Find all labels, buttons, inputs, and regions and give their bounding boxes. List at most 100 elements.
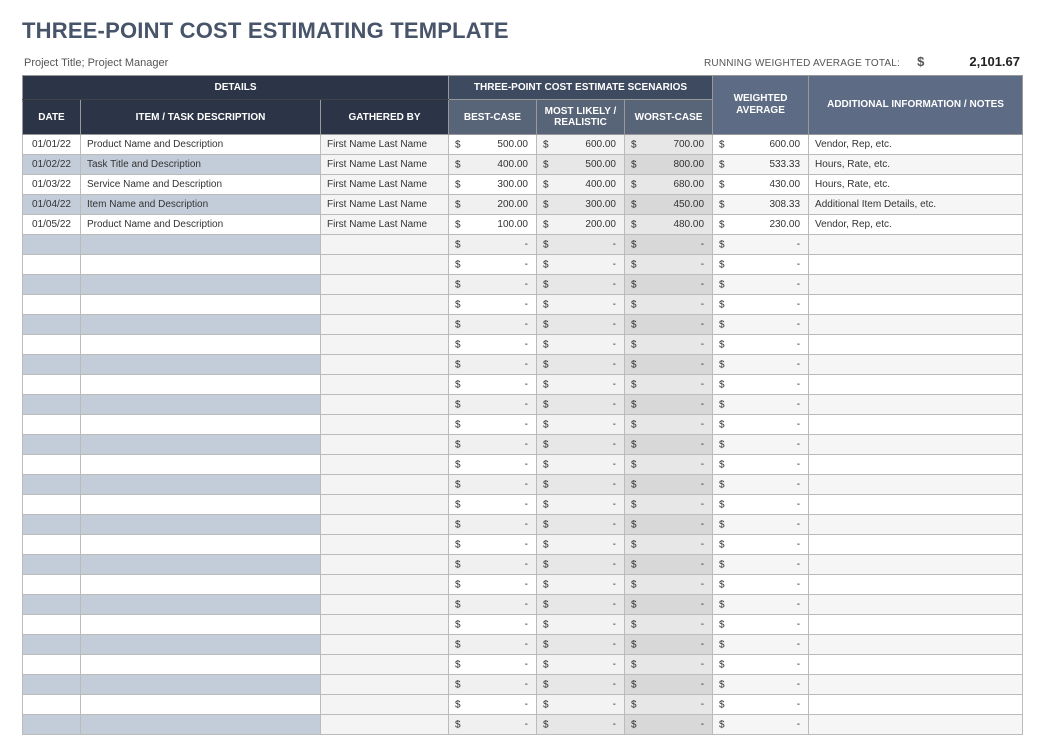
cell-likely[interactable]: $600.00 <box>537 135 625 155</box>
cell-gathered[interactable] <box>321 315 449 335</box>
cell-best[interactable]: $- <box>449 535 537 555</box>
cell-best[interactable]: $- <box>449 455 537 475</box>
cell-date[interactable] <box>23 475 81 495</box>
cell-gathered[interactable] <box>321 595 449 615</box>
cell-best[interactable]: $500.00 <box>449 135 537 155</box>
cell-best[interactable]: $- <box>449 675 537 695</box>
cell-gathered[interactable] <box>321 515 449 535</box>
cell-best[interactable]: $- <box>449 315 537 335</box>
cell-likely[interactable]: $- <box>537 655 625 675</box>
cell-item[interactable] <box>81 615 321 635</box>
cell-notes[interactable]: Hours, Rate, etc. <box>809 175 1023 195</box>
cell-notes[interactable] <box>809 615 1023 635</box>
cell-worst[interactable]: $- <box>625 555 713 575</box>
cell-wavg[interactable]: $- <box>713 335 809 355</box>
cell-notes[interactable] <box>809 295 1023 315</box>
cell-date[interactable] <box>23 595 81 615</box>
cell-best[interactable]: $- <box>449 615 537 635</box>
cell-worst[interactable]: $- <box>625 455 713 475</box>
cell-worst[interactable]: $- <box>625 675 713 695</box>
cell-notes[interactable] <box>809 375 1023 395</box>
cell-wavg[interactable]: $- <box>713 255 809 275</box>
cell-date[interactable]: 01/05/22 <box>23 215 81 235</box>
cell-gathered[interactable] <box>321 275 449 295</box>
cell-item[interactable] <box>81 655 321 675</box>
cell-wavg[interactable]: $- <box>713 275 809 295</box>
cell-notes[interactable] <box>809 415 1023 435</box>
cell-gathered[interactable] <box>321 635 449 655</box>
cell-gathered[interactable] <box>321 535 449 555</box>
cell-item[interactable] <box>81 695 321 715</box>
cell-item[interactable]: Service Name and Description <box>81 175 321 195</box>
cell-likely[interactable]: $500.00 <box>537 155 625 175</box>
cell-wavg[interactable]: $- <box>713 615 809 635</box>
cell-notes[interactable] <box>809 535 1023 555</box>
cell-likely[interactable]: $- <box>537 575 625 595</box>
cell-worst[interactable]: $- <box>625 355 713 375</box>
cell-notes[interactable] <box>809 255 1023 275</box>
cell-likely[interactable]: $- <box>537 435 625 455</box>
cell-worst[interactable]: $- <box>625 715 713 735</box>
cell-worst[interactable]: $- <box>625 295 713 315</box>
cell-likely[interactable]: $- <box>537 455 625 475</box>
cell-item[interactable] <box>81 595 321 615</box>
cell-gathered[interactable]: First Name Last Name <box>321 215 449 235</box>
cell-date[interactable] <box>23 295 81 315</box>
cell-worst[interactable]: $- <box>625 655 713 675</box>
cell-item[interactable] <box>81 315 321 335</box>
cell-worst[interactable]: $- <box>625 575 713 595</box>
cell-date[interactable] <box>23 315 81 335</box>
cell-item[interactable] <box>81 275 321 295</box>
cell-date[interactable] <box>23 515 81 535</box>
cell-gathered[interactable] <box>321 715 449 735</box>
cell-wavg[interactable]: $- <box>713 395 809 415</box>
cell-wavg[interactable]: $- <box>713 635 809 655</box>
cell-item[interactable] <box>81 455 321 475</box>
cell-worst[interactable]: $680.00 <box>625 175 713 195</box>
cell-worst[interactable]: $- <box>625 515 713 535</box>
cell-wavg[interactable]: $- <box>713 695 809 715</box>
cell-notes[interactable] <box>809 335 1023 355</box>
cell-gathered[interactable] <box>321 675 449 695</box>
cell-wavg[interactable]: $- <box>713 455 809 475</box>
cell-item[interactable] <box>81 675 321 695</box>
cell-notes[interactable] <box>809 275 1023 295</box>
cell-likely[interactable]: $- <box>537 695 625 715</box>
cell-item[interactable] <box>81 415 321 435</box>
cell-likely[interactable]: $- <box>537 535 625 555</box>
cell-notes[interactable]: Additional Item Details, etc. <box>809 195 1023 215</box>
cell-notes[interactable] <box>809 435 1023 455</box>
cell-notes[interactable] <box>809 595 1023 615</box>
cell-worst[interactable]: $- <box>625 255 713 275</box>
cell-best[interactable]: $200.00 <box>449 195 537 215</box>
cell-gathered[interactable]: First Name Last Name <box>321 175 449 195</box>
cell-worst[interactable]: $- <box>625 375 713 395</box>
cell-wavg[interactable]: $- <box>713 675 809 695</box>
cell-worst[interactable]: $480.00 <box>625 215 713 235</box>
cell-worst[interactable]: $- <box>625 435 713 455</box>
cell-date[interactable] <box>23 275 81 295</box>
cell-gathered[interactable]: First Name Last Name <box>321 195 449 215</box>
cell-worst[interactable]: $- <box>625 235 713 255</box>
cell-item[interactable] <box>81 235 321 255</box>
cell-best[interactable]: $- <box>449 635 537 655</box>
cell-notes[interactable] <box>809 355 1023 375</box>
cell-notes[interactable]: Hours, Rate, etc. <box>809 155 1023 175</box>
cell-date[interactable] <box>23 635 81 655</box>
cell-wavg[interactable]: $- <box>713 555 809 575</box>
cell-gathered[interactable]: First Name Last Name <box>321 135 449 155</box>
cell-notes[interactable] <box>809 235 1023 255</box>
cell-item[interactable] <box>81 335 321 355</box>
cell-wavg[interactable]: $- <box>713 535 809 555</box>
cell-item[interactable] <box>81 635 321 655</box>
cell-likely[interactable]: $- <box>537 375 625 395</box>
cell-notes[interactable] <box>809 555 1023 575</box>
cell-date[interactable] <box>23 455 81 475</box>
cell-gathered[interactable] <box>321 435 449 455</box>
cell-gathered[interactable] <box>321 695 449 715</box>
cell-likely[interactable]: $- <box>537 355 625 375</box>
cell-date[interactable] <box>23 255 81 275</box>
cell-item[interactable] <box>81 535 321 555</box>
cell-item[interactable]: Task Title and Description <box>81 155 321 175</box>
cell-gathered[interactable] <box>321 375 449 395</box>
